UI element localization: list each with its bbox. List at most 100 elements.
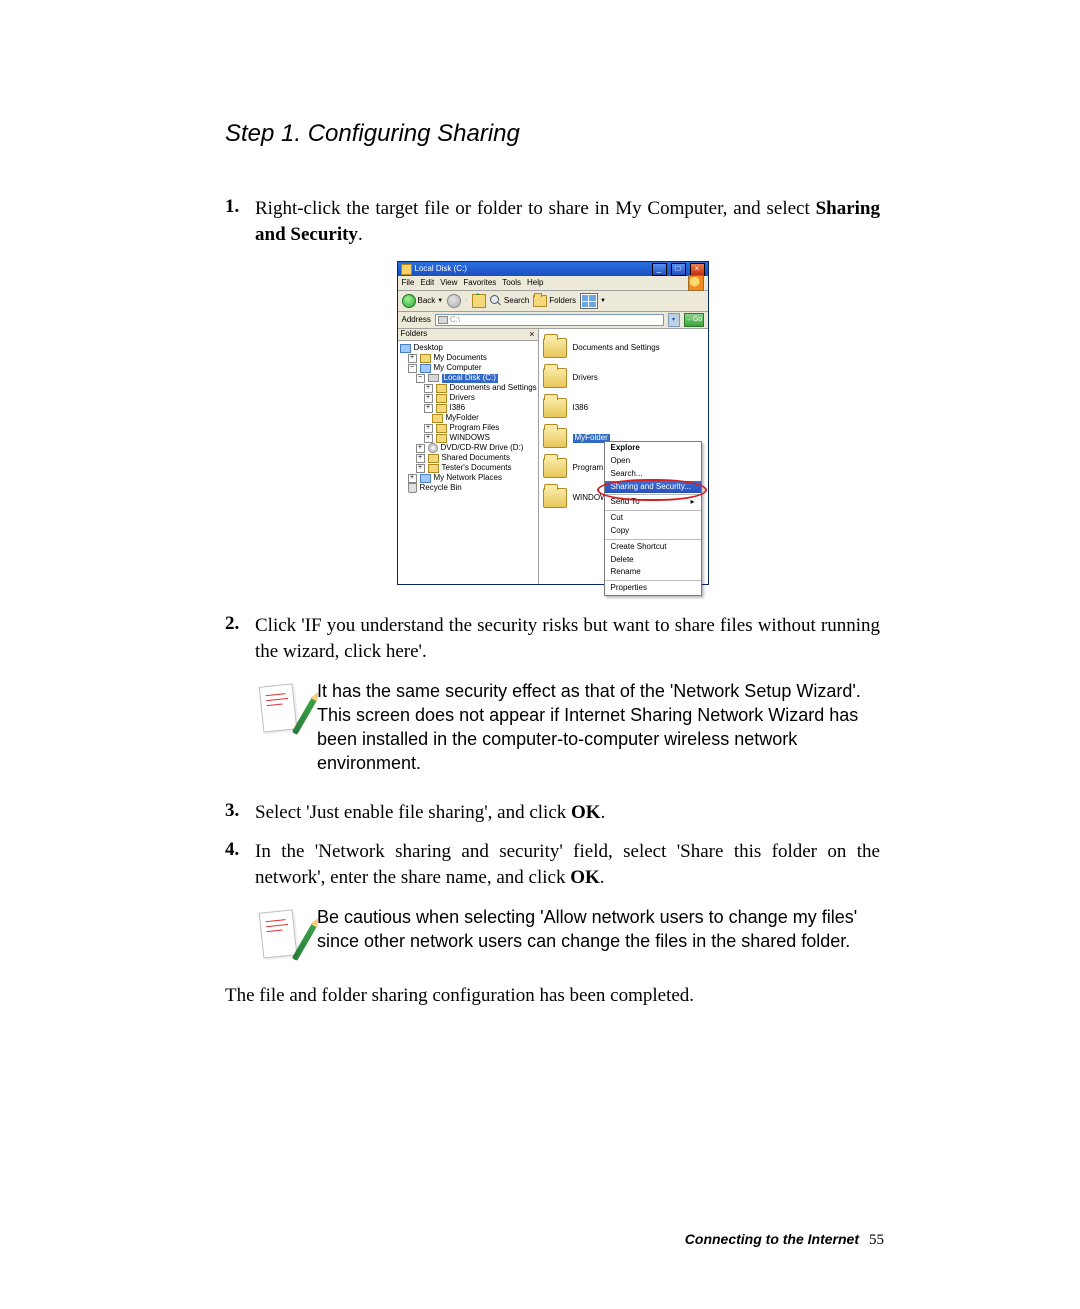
expand-icon[interactable]: + [416,444,425,453]
ctx-explore[interactable]: Explore [605,442,701,455]
desktop-icon [400,344,411,353]
menu-file[interactable]: File [402,279,415,288]
tree-cdisk[interactable]: Local Disk (C:) [442,374,498,383]
expand-icon[interactable]: + [424,424,433,433]
tree-tester[interactable]: Tester's Documents [442,464,512,473]
step-4-post: . [600,867,605,888]
step-title: Step 1. Configuring Sharing [225,120,880,148]
folder-icon [543,338,567,358]
step-1-number: 1. [225,196,255,247]
tree-shared[interactable]: Shared Documents [442,454,510,463]
address-label: Address [402,316,431,325]
ctx-open[interactable]: Open [605,455,701,468]
menu-help[interactable]: Help [527,279,543,288]
item-docset[interactable]: Documents and Settings [543,335,704,361]
page-footer: Connecting to the Internet 55 [685,1231,884,1249]
final-sentence: The file and folder sharing configuratio… [225,985,880,1007]
tree-progfiles[interactable]: Program Files [450,424,500,433]
step-4-number: 4. [225,839,255,890]
item-i386-label: I386 [573,404,589,413]
folder-icon [543,458,567,478]
tree-desktop[interactable]: Desktop [414,344,443,353]
search-button[interactable]: Search [490,295,529,307]
item-windows-label: WINDOW [573,494,608,503]
address-input[interactable]: C:\ [435,314,664,326]
tree-mydocs[interactable]: My Documents [434,354,487,363]
computer-icon [420,364,431,373]
step-4-text: In the 'Network sharing and security' fi… [255,839,880,890]
tree-netplaces[interactable]: My Network Places [434,474,502,483]
address-value: C:\ [450,316,460,325]
search-icon [490,295,502,307]
expand-icon[interactable]: + [416,454,425,463]
ctx-rename[interactable]: Rename [605,566,701,579]
back-label: Back [418,297,436,306]
item-drivers[interactable]: Drivers [543,365,704,391]
expand-icon[interactable]: + [424,404,433,413]
recycle-icon [408,483,417,493]
folder-icon [436,434,447,443]
step-1-text: Right-click the target file or folder to… [255,196,880,247]
folders-button[interactable]: Folders [533,295,576,307]
menu-edit[interactable]: Edit [420,279,434,288]
collapse-icon[interactable]: − [416,374,425,383]
expand-icon[interactable]: + [424,434,433,443]
collapse-icon[interactable]: − [408,364,417,373]
item-docset-label: Documents and Settings [573,344,660,353]
folder-icon [420,354,431,363]
expand-icon[interactable]: + [424,394,433,403]
address-dropdown[interactable]: ▾ [668,313,680,327]
ctx-sharing[interactable]: Sharing and Security... [605,481,701,494]
expand-icon[interactable]: + [408,354,417,363]
ctx-properties[interactable]: Properties [605,582,701,595]
tree-recycle[interactable]: Recycle Bin [420,484,462,493]
ctx-shortcut[interactable]: Create Shortcut [605,541,701,554]
minimize-button[interactable]: _ [652,263,667,276]
menu-tools[interactable]: Tools [502,279,521,288]
tree-docset[interactable]: Documents and Settings [450,384,537,393]
folders-icon [533,295,547,307]
note-2: Be cautious when selecting 'Allow networ… [255,905,880,961]
windows-logo-icon [688,275,704,291]
ctx-cut[interactable]: Cut [605,512,701,525]
folders-pane: Folders × Desktop +My Documents −My Comp… [398,329,539,584]
expand-icon[interactable]: + [416,464,425,473]
close-button[interactable]: × [690,263,705,276]
cd-icon [428,443,438,453]
ctx-delete[interactable]: Delete [605,554,701,567]
menu-favorites[interactable]: Favorites [463,279,496,288]
note-1: It has the same security effect as that … [255,679,880,776]
go-button[interactable]: → Go [684,313,704,327]
views-icon [580,293,598,309]
step-2-text: Click 'IF you understand the security ri… [255,613,880,664]
step-4-bold: OK [570,867,600,888]
back-button[interactable]: Back ▼ [402,294,444,308]
views-button[interactable]: ▼ [580,293,606,309]
menu-view[interactable]: View [440,279,457,288]
tree-i386[interactable]: I386 [450,404,466,413]
tree-dvd[interactable]: DVD/CD-RW Drive (D:) [441,444,524,453]
ctx-copy[interactable]: Copy [605,525,701,538]
content-pane[interactable]: Documents and Settings Drivers I386 MyFo… [539,329,708,584]
tree-mycomp[interactable]: My Computer [434,364,482,373]
maximize-button[interactable]: □ [671,263,686,276]
folder-icon [543,488,567,508]
ctx-search[interactable]: Search... [605,468,701,481]
expand-icon[interactable]: + [424,384,433,393]
xp-titlebar: Local Disk (C:) _ □ × [398,262,708,276]
folders-label: Folders [549,297,576,306]
up-button[interactable] [472,294,486,308]
tree-myfolder[interactable]: MyFolder [446,414,479,423]
expand-icon[interactable]: + [408,474,417,483]
item-i386[interactable]: I386 [543,395,704,421]
folder-tree[interactable]: Desktop +My Documents −My Computer −Loca… [398,341,538,493]
tree-drivers[interactable]: Drivers [450,394,475,403]
folder-icon [428,454,439,463]
ctx-sendto[interactable]: Send To ▸ [605,496,701,509]
folder-icon [428,464,439,473]
folders-pane-close[interactable]: × [529,330,534,339]
folders-pane-title: Folders [401,330,428,339]
tree-windows[interactable]: WINDOWS [450,434,490,443]
forward-button[interactable] [447,294,461,308]
xp-menubar: File Edit View Favorites Tools Help [398,276,708,291]
